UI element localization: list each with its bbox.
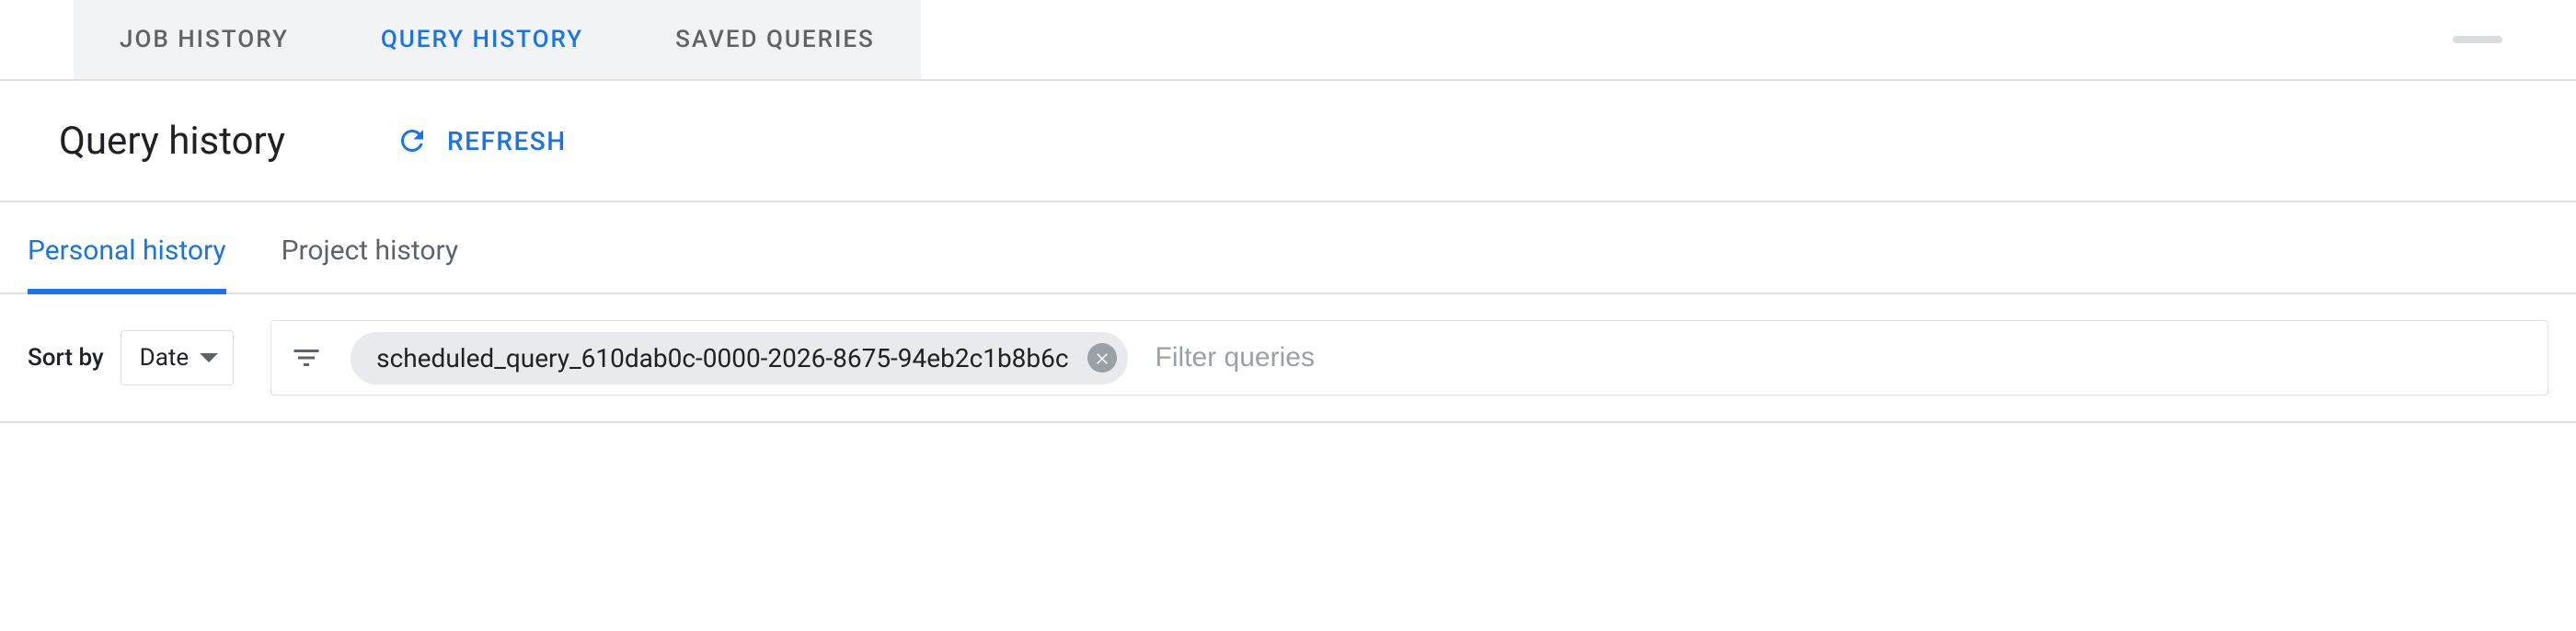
page-title: Query history (59, 119, 285, 164)
filter-chip: scheduled_query_610dab0c-0000-2026-8675-… (351, 332, 1127, 384)
tab-job-history[interactable]: JOB HISTORY (74, 0, 335, 79)
sort-by-label: Sort by (28, 344, 104, 372)
refresh-label: REFRESH (447, 126, 567, 156)
sort-by-value: Date (140, 344, 190, 372)
tab-saved-queries[interactable]: SAVED QUERIES (629, 0, 921, 79)
sort-group: Sort by Date (28, 330, 234, 385)
tab-query-history[interactable]: QUERY HISTORY (335, 0, 629, 79)
sub-tab-personal-history[interactable]: Personal history (28, 235, 226, 294)
refresh-button[interactable]: REFRESH (396, 124, 567, 157)
chip-remove-button[interactable] (1087, 343, 1117, 373)
top-tabs: JOB HISTORY QUERY HISTORY SAVED QUERIES (74, 0, 921, 79)
sub-tabs: Personal history Project history (0, 202, 2576, 294)
top-tabs-row: JOB HISTORY QUERY HISTORY SAVED QUERIES (0, 0, 2576, 81)
sort-by-select[interactable]: Date (121, 330, 235, 385)
filter-bar[interactable]: scheduled_query_610dab0c-0000-2026-8675-… (270, 320, 2548, 396)
title-row: Query history REFRESH (0, 81, 2576, 202)
filter-icon (290, 341, 323, 374)
refresh-icon (396, 124, 429, 157)
chevron-down-icon (200, 353, 218, 362)
filter-row: Sort by Date scheduled_query_610dab0c-00… (0, 294, 2576, 423)
filter-input[interactable] (1156, 342, 2529, 373)
panel-drag-handle[interactable] (2453, 36, 2502, 43)
filter-chip-text: scheduled_query_610dab0c-0000-2026-8675-… (376, 343, 1068, 373)
sub-tab-project-history[interactable]: Project history (282, 235, 459, 294)
